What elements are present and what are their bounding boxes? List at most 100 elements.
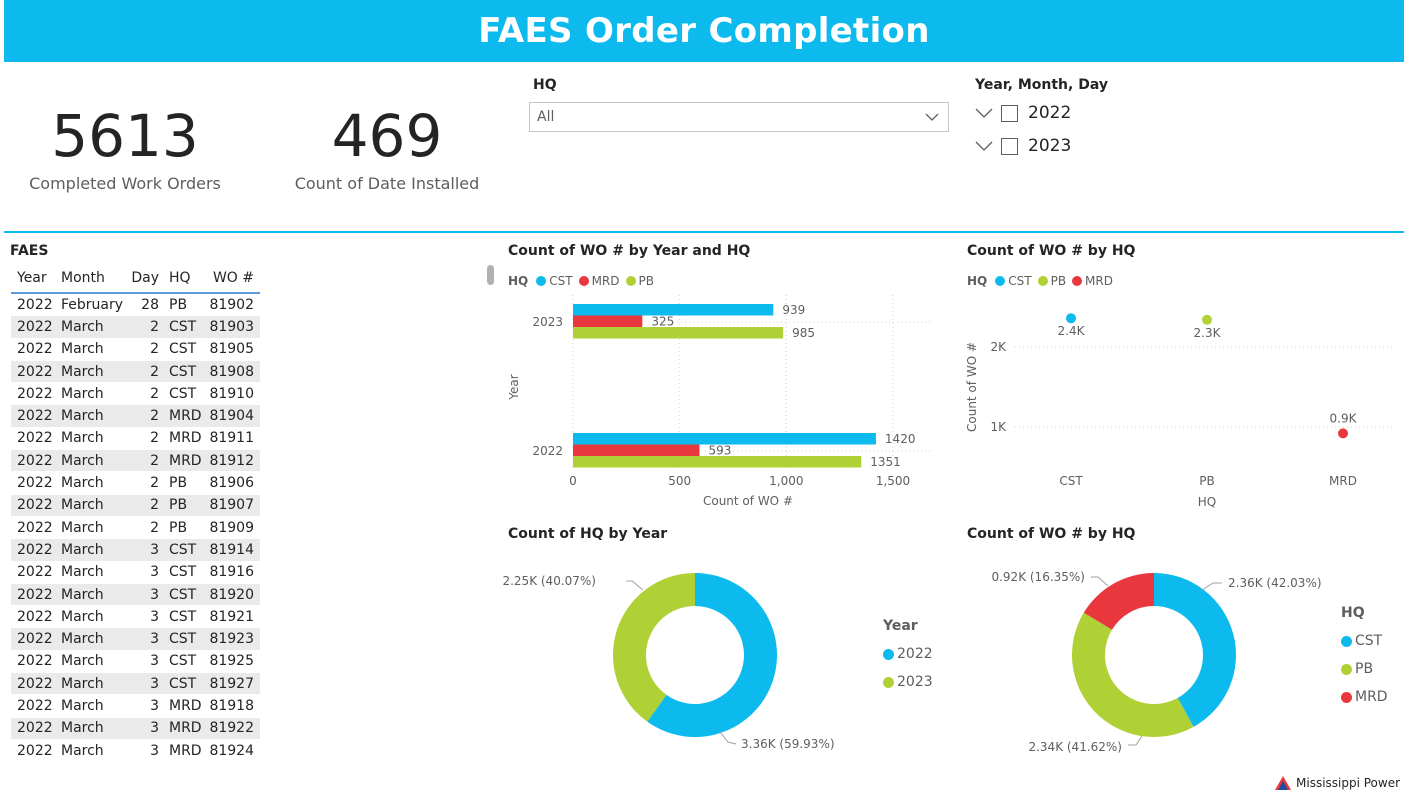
cell-day: 3 (150, 697, 159, 714)
cell-month: March (61, 363, 104, 380)
x-axis-title: HQ (1198, 495, 1216, 509)
slice-pb[interactable] (1072, 612, 1194, 737)
legend-dot (1341, 635, 1352, 647)
card-count-date-installed[interactable]: 469 Count of Date Installed (287, 104, 487, 193)
table-row[interactable]: 2022 March 2 PB 81909 (11, 517, 260, 540)
point-cst[interactable] (1066, 313, 1076, 324)
date-slicer-item-2023[interactable]: 2023 (975, 136, 1071, 156)
cell-hq: CST (169, 564, 197, 581)
date-slicer-item-2022[interactable]: 2022 (975, 103, 1071, 123)
cell-year: 2022 (17, 541, 53, 558)
table-row[interactable]: 2022 March 3 CST 81920 (11, 583, 260, 607)
cell-wo: 81910 (209, 385, 254, 402)
cell-hq: CST (169, 653, 197, 670)
bar-pb-2023[interactable] (573, 327, 784, 339)
table-row[interactable]: 2022 March 3 CST 81921 (11, 606, 260, 629)
donut-chart-year[interactable]: 3.36K (59.93%) 2.25K (40.07%) (500, 550, 880, 760)
cell-wo: 81908 (209, 363, 254, 380)
checkbox[interactable] (1001, 104, 1018, 122)
donut-chart-hq[interactable]: 2.36K (42.03%) 2.34K (41.62%) 0.92K (16.35… (960, 550, 1340, 760)
faes-table[interactable]: Year Month Day HQ WO # 2022 February 28 PB 8… (11, 264, 260, 763)
bar-mrd-2023[interactable] (573, 315, 643, 328)
cell-day: 3 (150, 541, 159, 558)
hq-dropdown[interactable]: All (529, 102, 949, 132)
cell-day: 3 (150, 675, 159, 692)
column-header-year[interactable]: Year (11, 270, 55, 286)
cell-day: 2 (150, 408, 159, 425)
cell-month: March (61, 475, 104, 492)
cell-hq: PB (169, 475, 188, 492)
y-tick-label: 1K (990, 420, 1007, 434)
legend-item-mrd[interactable]: MRD (1072, 274, 1113, 288)
scrollbar-thumb[interactable] (487, 265, 494, 285)
table-row[interactable]: 2022 March 3 CST 81914 (11, 539, 260, 562)
data-label: 1351 (870, 455, 901, 469)
legend-dot (536, 276, 547, 286)
table-row[interactable]: 2022 March 3 CST 81923 (11, 628, 260, 651)
legend-item-cst[interactable]: CST (536, 274, 573, 288)
leader-line (1201, 582, 1222, 591)
table-row[interactable]: 2022 March 2 CST 81903 (11, 316, 260, 339)
legend-item-mrd[interactable]: MRD (578, 274, 620, 288)
section-divider (4, 231, 1404, 233)
legend-item-cst[interactable]: CST (1341, 627, 1388, 655)
table-row[interactable]: 2022 March 2 CST 81905 (11, 339, 260, 361)
y-axis-title: Count of WO # (965, 342, 979, 432)
chevron-down-icon[interactable] (975, 139, 993, 153)
table-row[interactable]: 2022 March 2 PB 81907 (11, 494, 260, 517)
bar-pb-2022[interactable] (573, 456, 862, 468)
cell-year: 2022 (17, 341, 53, 358)
cell-month: March (61, 586, 104, 603)
table-row[interactable]: 2022 March 2 MRD 81904 (11, 405, 260, 428)
legend-item-2023[interactable]: 2023 (883, 668, 933, 696)
point-pb[interactable] (1202, 314, 1212, 325)
cell-hq: PB (169, 296, 188, 313)
legend-dot (1037, 276, 1048, 286)
table-row[interactable]: 2022 March 2 CST 81910 (11, 383, 260, 406)
data-label: 2.3K (1194, 326, 1222, 340)
cell-month: March (61, 541, 104, 558)
data-label: 593 (709, 444, 732, 458)
table-row[interactable]: 2022 March 3 CST 81916 (11, 562, 260, 584)
scatter-chart[interactable]: 2K 1K Count of WO # 2.4K CST 2.3K PB 0.9K MRD HQ (960, 290, 1400, 515)
bar-chart[interactable]: 0 500 1,000 1,500 Count of WO # Year 2023 939 32… (500, 290, 940, 515)
legend-item-pb[interactable]: PB (625, 274, 654, 288)
legend-title: HQ (967, 274, 988, 288)
column-header-hq[interactable]: HQ (159, 270, 209, 286)
table-row[interactable]: 2022 March 3 CST 81925 (11, 651, 260, 674)
cell-year: 2022 (17, 564, 53, 581)
slice-2023[interactable] (613, 573, 695, 722)
table-row[interactable]: 2022 March 3 MRD 81924 (11, 740, 260, 763)
x-tick-label: 1,500 (876, 474, 910, 488)
data-label: 985 (792, 326, 815, 340)
column-header-day[interactable]: Day (125, 270, 159, 286)
table-row[interactable]: 2022 March 2 PB 81906 (11, 472, 260, 495)
card-completed-work-orders[interactable]: 5613 Completed Work Orders (20, 104, 230, 193)
table-row[interactable]: 2022 March 2 CST 81908 (11, 360, 260, 384)
table-row[interactable]: 2022 March 2 MRD 81912 (11, 450, 260, 473)
chevron-down-icon[interactable] (975, 106, 993, 120)
legend-item-pb[interactable]: PB (1341, 655, 1388, 683)
column-header-month[interactable]: Month (55, 270, 125, 286)
cell-day: 2 (150, 341, 159, 358)
legend-item-2022[interactable]: 2022 (883, 640, 933, 668)
table-row[interactable]: 2022 February 28 PB 81902 (11, 294, 260, 317)
table-row[interactable]: 2022 March 3 MRD 81922 (11, 717, 260, 740)
y-axis-title: Year (507, 374, 521, 400)
bar-mrd-2022[interactable] (573, 444, 700, 457)
point-mrd[interactable] (1338, 428, 1348, 439)
table-row[interactable]: 2022 March 3 CST 81927 (11, 673, 260, 696)
table-row[interactable]: 2022 March 2 MRD 81911 (11, 428, 260, 451)
checkbox[interactable] (1001, 137, 1018, 155)
legend-dot (1341, 663, 1352, 675)
legend-item-mrd[interactable]: MRD (1341, 683, 1388, 711)
column-header-wo[interactable]: WO # (209, 270, 260, 286)
legend-dot (995, 276, 1006, 286)
cell-month: March (61, 564, 104, 581)
cell-year: 2022 (17, 742, 53, 759)
table-row[interactable]: 2022 March 3 MRD 81918 (11, 695, 260, 718)
legend-item-cst[interactable]: CST (995, 274, 1032, 288)
cell-wo: 81905 (209, 341, 254, 358)
legend-item-pb[interactable]: PB (1037, 274, 1066, 288)
date-slicer-item-label: 2023 (1028, 136, 1072, 156)
